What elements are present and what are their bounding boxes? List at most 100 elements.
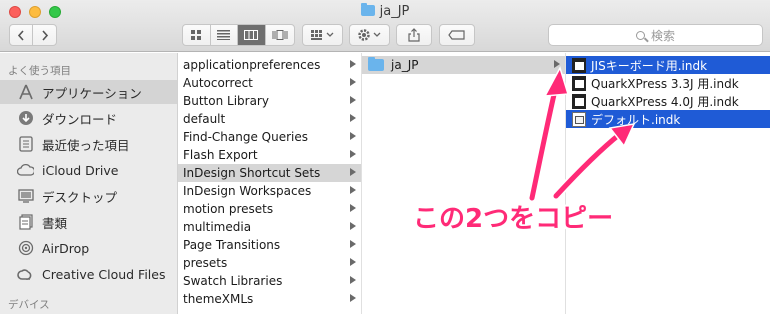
window-title-text: ja_JP bbox=[379, 4, 410, 19]
documents-icon bbox=[17, 214, 34, 231]
list-item[interactable]: applicationpreferences bbox=[178, 56, 361, 74]
sidebar-item-label: AirDrop bbox=[42, 240, 90, 256]
forward-button[interactable] bbox=[33, 25, 56, 45]
sidebar-item-recents[interactable]: 最近使った項目 bbox=[0, 132, 177, 156]
file-item-selected[interactable]: JISキーボード用.indk bbox=[566, 56, 770, 74]
list-item[interactable]: motion presets bbox=[178, 200, 361, 218]
list-item[interactable]: Button Library bbox=[178, 92, 361, 110]
sidebar-item-documents[interactable]: 書類 bbox=[0, 210, 177, 234]
column-view-button[interactable] bbox=[238, 25, 266, 45]
applications-icon bbox=[17, 84, 34, 101]
indk-file-icon bbox=[572, 93, 586, 109]
list-item[interactable]: Flash Export bbox=[178, 146, 361, 164]
sidebar-item-label: 書類 bbox=[42, 215, 68, 231]
devices-header: デバイス bbox=[8, 299, 50, 311]
item-label: default bbox=[183, 112, 226, 126]
column-1: applicationpreferences Autocorrect Butto… bbox=[178, 53, 362, 314]
window-toolbar: ja_JP 検索 bbox=[0, 0, 770, 52]
sidebar-item-desktop[interactable]: デスクトップ bbox=[0, 184, 177, 208]
arrange-button[interactable] bbox=[302, 24, 343, 46]
sidebar-item-creative-cloud-files[interactable]: Creative Cloud Files bbox=[0, 262, 177, 286]
list-item[interactable]: Autocorrect bbox=[178, 74, 361, 92]
sidebar-item-airdrop[interactable]: AirDrop bbox=[0, 236, 177, 260]
disclosure-arrow-icon bbox=[350, 114, 356, 122]
search-field[interactable]: 検索 bbox=[548, 24, 763, 46]
item-label: ja_JP bbox=[391, 58, 419, 72]
disclosure-arrow-icon bbox=[350, 132, 356, 140]
sidebar-item-applications[interactable]: アプリケーション bbox=[0, 80, 177, 104]
item-label: presets bbox=[183, 256, 228, 270]
item-label: QuarkXPress 4.0J 用.indk bbox=[591, 94, 739, 109]
column-2: ja_JP bbox=[362, 53, 566, 314]
disclosure-arrow-icon bbox=[350, 276, 356, 284]
sidebar: よく使う項目 アプリケーション ダウンロード 最近使った項目 iCloud Dr… bbox=[0, 53, 178, 314]
item-label: themeXMLs bbox=[183, 292, 254, 306]
grid-icon bbox=[191, 30, 202, 40]
list-item[interactable]: presets bbox=[178, 254, 361, 272]
indk-file-icon bbox=[572, 57, 586, 73]
list-item[interactable]: default bbox=[178, 110, 361, 128]
disclosure-arrow-icon bbox=[554, 60, 560, 68]
sidebar-item-downloads[interactable]: ダウンロード bbox=[0, 106, 177, 130]
item-label: JISキーボード用.indk bbox=[591, 58, 708, 73]
sidebar-item-label: Creative Cloud Files bbox=[42, 266, 166, 282]
list-item-selected[interactable]: InDesign Shortcut Sets bbox=[178, 164, 361, 182]
share-button[interactable] bbox=[396, 24, 432, 46]
item-label: InDesign Workspaces bbox=[183, 184, 312, 198]
file-item-selected[interactable]: デフォルト.indk bbox=[566, 110, 770, 128]
sidebar-item-label: デスクトップ bbox=[42, 189, 118, 205]
disclosure-arrow-icon bbox=[350, 258, 356, 266]
sidebar-item-label: iCloud Drive bbox=[42, 162, 119, 178]
chevron-right-icon bbox=[41, 29, 48, 41]
disclosure-arrow-icon bbox=[350, 78, 356, 86]
arrange-grid-dropdown-icon bbox=[310, 30, 333, 40]
list-item-selected[interactable]: ja_JP bbox=[362, 56, 565, 74]
file-item[interactable]: QuarkXPress 4.0J 用.indk bbox=[566, 92, 770, 110]
chevron-left-icon bbox=[17, 29, 24, 41]
item-label: applicationpreferences bbox=[183, 58, 321, 72]
list-icon bbox=[217, 30, 231, 40]
tag-button[interactable] bbox=[439, 24, 475, 46]
disclosure-arrow-icon bbox=[350, 294, 356, 302]
list-view-button[interactable] bbox=[211, 25, 239, 45]
list-item[interactable]: Swatch Libraries bbox=[178, 272, 361, 290]
tag-icon bbox=[448, 30, 465, 40]
disclosure-arrow-icon bbox=[350, 60, 356, 68]
cover-flow-icon bbox=[272, 30, 288, 40]
sidebar-item-label: 最近使った項目 bbox=[42, 137, 130, 153]
column-3: JISキーボード用.indk QuarkXPress 3.3J 用.indk Q… bbox=[566, 53, 770, 314]
disclosure-arrow-icon bbox=[350, 240, 356, 248]
list-item[interactable]: InDesign Workspaces bbox=[178, 182, 361, 200]
file-item[interactable]: QuarkXPress 3.3J 用.indk bbox=[566, 74, 770, 92]
disclosure-arrow-icon bbox=[350, 150, 356, 158]
item-label: InDesign Shortcut Sets bbox=[183, 166, 321, 180]
folder-icon bbox=[368, 57, 384, 71]
cloud-icon bbox=[17, 162, 34, 179]
sidebar-item-icloud-drive[interactable]: iCloud Drive bbox=[0, 158, 177, 182]
sidebar-item-label: アプリケーション bbox=[42, 85, 142, 101]
item-label: motion presets bbox=[183, 202, 274, 216]
back-button[interactable] bbox=[10, 25, 34, 45]
cover-flow-view-button[interactable] bbox=[266, 25, 294, 45]
search-icon bbox=[635, 30, 645, 40]
disclosure-arrow-icon bbox=[350, 222, 356, 230]
list-item[interactable]: Page Transitions bbox=[178, 236, 361, 254]
list-item[interactable]: multimedia bbox=[178, 218, 361, 236]
list-item[interactable]: themeXMLs bbox=[178, 290, 361, 308]
list-item[interactable]: Find-Change Queries bbox=[178, 128, 361, 146]
columns-icon bbox=[244, 30, 259, 40]
gear-dropdown-icon bbox=[357, 29, 380, 41]
item-label: Page Transitions bbox=[183, 238, 281, 252]
disclosure-arrow-icon bbox=[350, 168, 356, 176]
icon-view-button[interactable] bbox=[183, 25, 211, 45]
action-button[interactable] bbox=[349, 24, 390, 46]
item-label: Find-Change Queries bbox=[183, 130, 309, 144]
item-label: QuarkXPress 3.3J 用.indk bbox=[591, 76, 739, 91]
disclosure-arrow-icon bbox=[350, 186, 356, 194]
annotation-label: この2つをコピー bbox=[413, 204, 614, 234]
indk-file-icon bbox=[572, 75, 586, 91]
item-label: デフォルト.indk bbox=[591, 112, 681, 127]
desktop-icon bbox=[17, 188, 34, 205]
navigation-buttons bbox=[9, 24, 57, 46]
item-label: Swatch Libraries bbox=[183, 274, 283, 288]
